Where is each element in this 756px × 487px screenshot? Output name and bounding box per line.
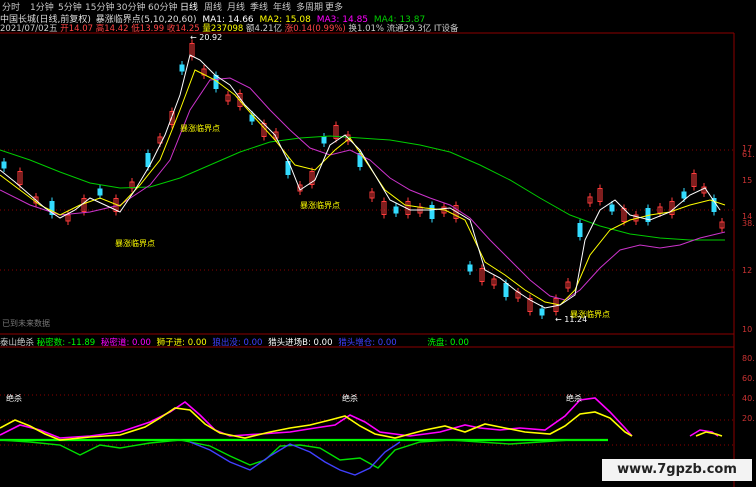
ind-value-0: -11.89 (67, 338, 96, 348)
ind-value-4: 0.00 (313, 338, 333, 348)
ind-label-2: 狮子进 (156, 338, 183, 348)
kill-signal-2: 绝杀 (342, 394, 358, 403)
signal-label-2: 暴涨临界点 (115, 239, 155, 248)
ind-value-3: 0.00 (243, 338, 263, 348)
indicator-green-line (0, 439, 600, 469)
ind-label-3: 狼出没 (212, 338, 238, 348)
ind-value-1: 0.00 (132, 338, 151, 348)
kline-chart[interactable] (0, 0, 756, 487)
signal-label-1: 暴涨临界点 (180, 124, 220, 133)
indicator-magenta-line (0, 397, 633, 439)
ind-value-5: 0.00 (377, 338, 397, 348)
axis-tick-20: 20. (742, 414, 755, 423)
axis-tick-38: 38. (742, 219, 755, 228)
watermark: www.7gpzb.com (602, 459, 752, 481)
peak-price-label: ← 20.92 (190, 33, 223, 42)
indicator-name: 泰山绝杀 (0, 338, 35, 348)
ind-label-5: 猎头增仓 (338, 338, 373, 348)
indicator-header: 泰山绝杀 秘密数: -11.89 秘密道: 0.00 狮子进: 0.00 狼出没… (0, 338, 469, 348)
axis-tick-80: 80. (742, 354, 755, 363)
axis-tick-61: 61. (742, 150, 755, 159)
candlestick-series (1, 39, 725, 319)
kill-signal-1: 绝杀 (6, 394, 22, 403)
ind-label-0: 秘密数 (36, 338, 63, 348)
ma4-line (0, 135, 725, 241)
axis-tick-10: 10 (742, 325, 753, 334)
axis-tick-15: 15 (742, 176, 753, 185)
ind-value-6: 0.00 (450, 338, 469, 348)
ind-label-6: 洗盘 (427, 338, 445, 348)
no-future-data-label: 已到未来数据 (2, 319, 50, 328)
indicator-right-yellow (695, 431, 723, 437)
axis-tick-60: 60. (742, 374, 755, 383)
kill-signal-3: 绝杀 (566, 394, 582, 403)
indicator-blue-line (189, 441, 401, 476)
ind-value-2: 0.00 (187, 338, 207, 348)
axis-tick-12: 12 (742, 266, 753, 275)
signal-label-3: 暴涨临界点 (300, 201, 340, 210)
ma3-line (0, 77, 726, 301)
low-price-label: ← 11.24 (555, 315, 588, 324)
ind-label-4: 猎头进场B (268, 338, 308, 348)
axis-tick-40: 40. (742, 394, 755, 403)
ind-label-1: 秘密道 (100, 338, 127, 348)
